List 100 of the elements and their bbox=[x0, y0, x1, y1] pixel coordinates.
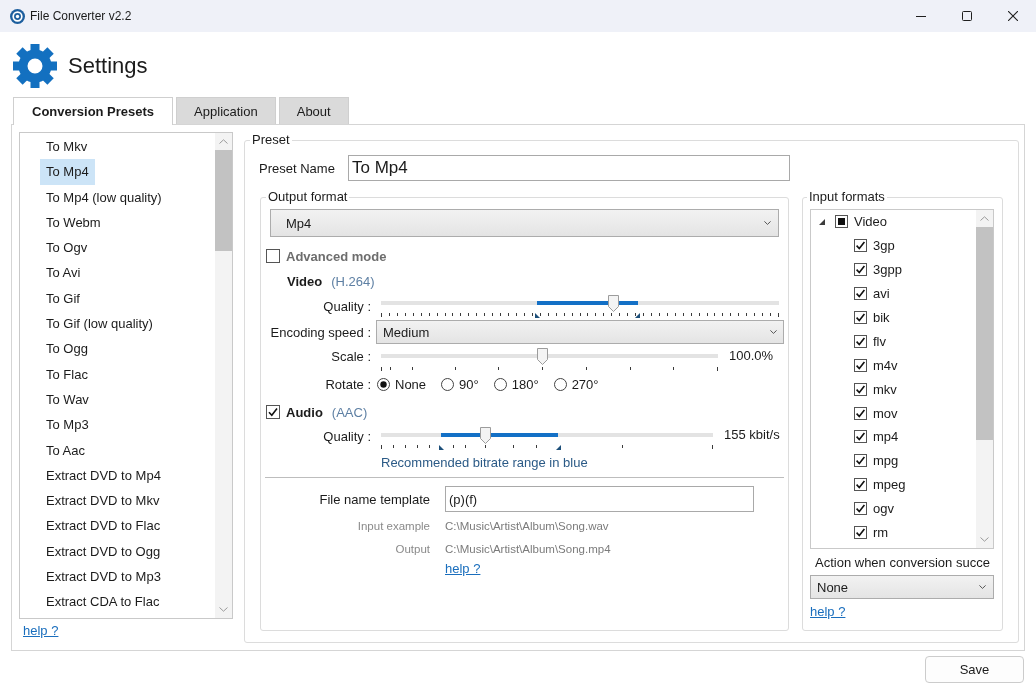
example-label: Input example bbox=[356, 520, 430, 532]
tree-item-label[interactable]: rm bbox=[873, 525, 889, 540]
preset-list-item[interactable]: To Ogv bbox=[40, 235, 94, 261]
tree-item-label[interactable]: flv bbox=[873, 333, 886, 349]
tree-item-label[interactable]: ogv bbox=[873, 501, 894, 517]
checkbox[interactable] bbox=[854, 406, 867, 420]
preset-list-item[interactable]: Extract DVD to Flac bbox=[40, 513, 167, 539]
tab[interactable]: Conversion Presets bbox=[13, 97, 174, 125]
help-link[interactable]: help ? bbox=[810, 604, 846, 620]
action-dropdown[interactable]: None bbox=[810, 575, 994, 599]
encoding-speed-dropdown[interactable]: Medium bbox=[376, 320, 784, 344]
tree-item-label[interactable]: avi bbox=[873, 286, 890, 302]
preset-list-item[interactable]: To Mp4 bbox=[40, 159, 95, 185]
preset-list-item[interactable]: To Webm bbox=[40, 209, 107, 236]
scrollbar-thumb[interactable] bbox=[976, 227, 993, 440]
scrollbar[interactable] bbox=[215, 133, 232, 618]
preset-list-item[interactable]: Extract DVD to Mp3 bbox=[40, 564, 167, 590]
checkbox[interactable] bbox=[854, 430, 867, 444]
preset-list-item[interactable]: To Wav bbox=[40, 386, 95, 413]
preset-list-item[interactable]: To Gif bbox=[40, 285, 86, 312]
radio-label[interactable]: 180° bbox=[511, 376, 539, 392]
format-dropdown[interactable]: Mp4 bbox=[270, 209, 779, 237]
example-label: Output bbox=[394, 543, 430, 555]
help-link[interactable]: help ? bbox=[445, 561, 481, 577]
tree-item-label[interactable]: 3gp bbox=[873, 238, 895, 254]
radio-label[interactable]: 90° bbox=[459, 376, 479, 392]
tree-item-label[interactable]: m4v bbox=[873, 357, 898, 373]
checkbox[interactable] bbox=[835, 215, 848, 229]
group-label: Preset bbox=[251, 132, 291, 148]
slider-thumb[interactable] bbox=[480, 427, 492, 444]
chevron-down-icon bbox=[764, 221, 771, 225]
slider-label: Quality : bbox=[322, 429, 371, 445]
radio-button[interactable] bbox=[377, 377, 390, 391]
group-label: Input formats bbox=[808, 189, 886, 205]
radio-label[interactable]: None bbox=[395, 376, 427, 392]
tree-item-label[interactable]: mov bbox=[873, 405, 898, 421]
minimize-icon bbox=[916, 15, 926, 17]
preset-list-item[interactable]: To Mkv bbox=[40, 134, 94, 160]
slider-label: Quality : bbox=[322, 299, 371, 315]
chevron-down-icon bbox=[770, 330, 777, 334]
checkbox[interactable] bbox=[854, 454, 867, 468]
tree-item-label[interactable]: mpeg bbox=[873, 477, 906, 493]
scrollbar[interactable] bbox=[976, 210, 993, 548]
slider-label: Scale : bbox=[330, 349, 371, 365]
scrollbar-thumb[interactable] bbox=[215, 150, 232, 251]
checkbox-label[interactable]: Advanced mode bbox=[286, 248, 387, 264]
preset-list-item[interactable]: To Aac bbox=[40, 437, 92, 463]
checkbox[interactable] bbox=[854, 478, 867, 492]
checkbox[interactable] bbox=[854, 287, 867, 301]
checkbox-label[interactable]: Audio bbox=[286, 404, 323, 420]
page-title: Settings bbox=[68, 52, 148, 80]
tree-item-label[interactable]: Video bbox=[854, 214, 887, 230]
preset-list-item[interactable]: Extract CDA to Flac bbox=[40, 589, 166, 615]
radio-button[interactable] bbox=[553, 377, 567, 391]
preset-list-item[interactable]: To Mp3 bbox=[40, 412, 95, 438]
expand-arrow-icon[interactable] bbox=[819, 218, 825, 225]
preset-list-item[interactable]: To Ogg bbox=[40, 336, 94, 362]
preset-list-item[interactable]: Extract DVD to Mkv bbox=[40, 488, 166, 514]
codec-label: (H.264) bbox=[331, 273, 375, 289]
checkbox[interactable] bbox=[266, 249, 280, 263]
section-title: Video bbox=[287, 273, 323, 289]
radio-label[interactable]: 270° bbox=[571, 376, 599, 392]
checkbox[interactable] bbox=[854, 526, 867, 539]
slider-thumb[interactable] bbox=[537, 348, 549, 365]
maximize-icon bbox=[962, 11, 972, 21]
checkbox[interactable] bbox=[266, 405, 280, 419]
field-label: Action when conversion succe bbox=[815, 555, 990, 571]
preset-list-item[interactable]: Extract DVD to Ogg bbox=[40, 538, 167, 565]
slider-thumb[interactable] bbox=[608, 295, 620, 312]
tree-item-label[interactable]: bik bbox=[873, 310, 890, 325]
tab[interactable]: About bbox=[278, 97, 349, 124]
preset-list-item[interactable]: To Gif (low quality) bbox=[40, 311, 159, 337]
checkbox[interactable] bbox=[854, 334, 867, 348]
checkbox[interactable] bbox=[854, 239, 867, 253]
preset-name-label: Preset Name bbox=[259, 160, 336, 176]
checkbox[interactable] bbox=[854, 502, 867, 516]
tree-item-label[interactable]: mp4 bbox=[873, 429, 899, 445]
window-title: File Converter v2.2 bbox=[30, 9, 132, 23]
example-path: C:\Music\Artist\Album\Song.mp4 bbox=[445, 543, 611, 555]
codec-label: (AAC) bbox=[331, 404, 368, 420]
preset-list-item[interactable]: To Avi bbox=[40, 260, 87, 286]
tree-item-label[interactable]: mpg bbox=[873, 453, 899, 469]
gear-icon bbox=[13, 44, 57, 88]
preset-name-field[interactable]: To Mp4 bbox=[348, 155, 790, 181]
slider-value: 100.0% bbox=[729, 348, 774, 364]
preset-list-item[interactable]: To Mp4 (low quality) bbox=[40, 184, 168, 210]
tree-item-label[interactable]: mkv bbox=[873, 381, 897, 397]
checkbox[interactable] bbox=[854, 358, 867, 372]
tab[interactable]: Application bbox=[176, 97, 276, 124]
save-button[interactable]: Save bbox=[925, 656, 1024, 683]
tree-item-label[interactable]: 3gpp bbox=[873, 262, 902, 278]
help-link[interactable]: help ? bbox=[23, 623, 59, 639]
checkbox[interactable] bbox=[854, 382, 867, 396]
checkbox[interactable] bbox=[854, 311, 867, 324]
checkbox[interactable] bbox=[854, 263, 867, 277]
radio-button[interactable] bbox=[493, 377, 507, 391]
radio-button[interactable] bbox=[441, 377, 455, 391]
preset-list-item[interactable]: To Flac bbox=[40, 361, 94, 387]
preset-list-item[interactable]: Extract DVD to Mp4 bbox=[40, 462, 167, 489]
file-name-template-field[interactable]: (p)(f) bbox=[445, 486, 754, 512]
